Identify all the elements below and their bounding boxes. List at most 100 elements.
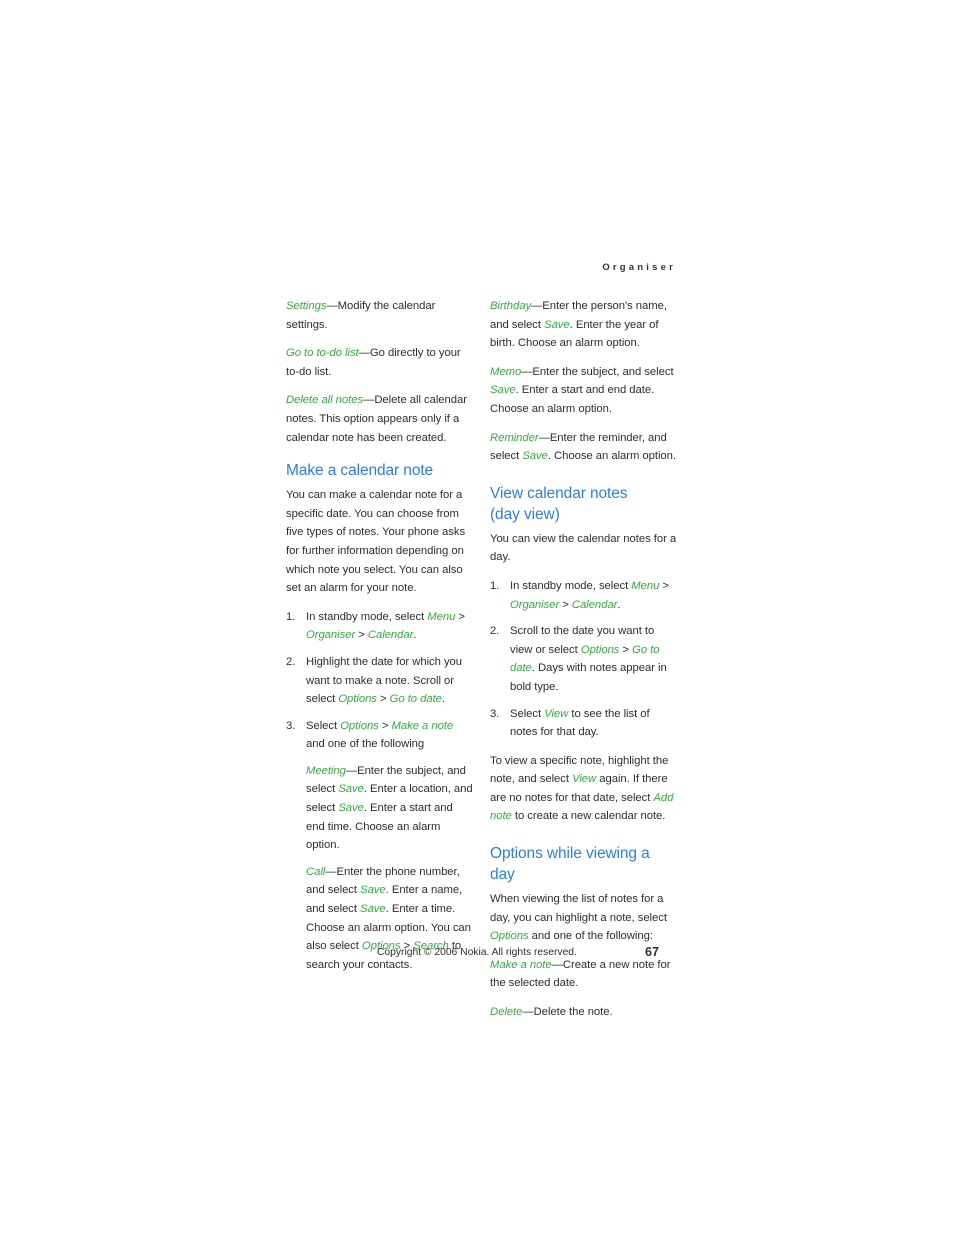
text-run: . Days with notes appear in bold type. [510,662,667,693]
ui-term: Menu [427,610,456,623]
ui-term: Birthday [490,300,532,312]
page-number: 67 [645,945,659,959]
running-head: Organiser [602,262,676,273]
text-run: and one of the following: [528,930,653,943]
text-run: > [659,579,669,592]
note-type-birthday: Birthday—Enter the person's name, and se… [490,297,678,353]
ui-term: Reminder [490,431,539,444]
text-run: > [619,643,633,656]
heading-make-a-calendar-note-wrap: Make a calendar note [286,460,474,481]
ui-term: Calendar [571,598,618,611]
ui-term: View [572,773,597,786]
option-go-to-to-do-list: Go to to-do list—Go directly to your to-… [286,344,474,381]
section-heading-make-a-calendar-note: Make a calendar note [286,462,434,480]
make-a-calendar-note-steps: 1. In standby mode, select Menu > Organi… [286,608,474,975]
ui-term: Organiser [510,598,560,611]
ui-term: Delete [490,1006,523,1019]
ui-term: Memo [490,365,522,378]
ui-term: Options [338,693,377,706]
ui-term: Organiser [306,629,356,642]
note-type-memo: Memo—Enter the subject, and select Save.… [490,363,678,419]
ui-term: Go to date [389,693,442,706]
step-number: 3. [490,707,500,720]
ui-term: Make a note [391,719,454,732]
right-column: Birthday—Enter the person's name, and se… [490,297,678,1022]
options-while-viewing-intro: When viewing the list of notes for a day… [490,890,678,946]
text-run: > [376,693,390,706]
ui-term: Save [544,318,570,331]
note-type-reminder: Reminder—Enter the reminder, and select … [490,429,678,466]
ui-term: Save [360,884,386,897]
step-text: Select Options > Make a note and one of … [306,720,453,751]
text-run: —Delete the note. [522,1006,613,1019]
ui-term: Save [522,450,548,463]
text-run: to create a new calendar note. [511,810,666,823]
text-run: In standby mode, select [306,610,428,623]
ui-term: Options [580,643,620,656]
text-run: > [355,629,368,642]
text-run: > [455,610,465,623]
ui-term: Settings [286,300,327,312]
ui-term: Save [338,783,364,796]
option-make-a-note: Make a note—Create a new note for the se… [490,956,678,993]
heading-options-while-viewing-a-day-wrap: Options while viewing a day [490,843,678,885]
view-calendar-notes-closing: To view a specific note, highlight the n… [490,752,678,826]
ui-term: Make a note [490,958,552,971]
text-run: . [441,693,445,706]
ui-term: Options [340,719,379,732]
text-run: In standby mode, select [510,579,632,592]
copyright-notice: Copyright © 2006 Nokia. All rights reser… [377,947,577,958]
note-type-meeting: Meeting—Enter the subject, and select Sa… [306,762,474,855]
heading-view-calendar-notes-wrap: View calendar notes (day view) [490,483,678,525]
step-item: 3. Select View to see the list of notes … [490,705,678,742]
text-run: Select [510,707,545,720]
ui-term: Menu [631,579,660,592]
section-heading-options-while-viewing-a-day: Options while viewing a day [490,845,650,884]
step-item: 2. Highlight the date for which you want… [286,653,474,709]
step-number: 3. [286,719,296,732]
option-dash: — [358,347,370,360]
ui-term: Call [306,865,326,878]
ui-term: View [544,707,569,720]
left-column: Settings—Modify the calendar settings. G… [286,297,474,1022]
text-run: . Enter a start and end date. Choose an … [490,384,655,415]
option-delete: Delete—Delete the note. [490,1003,678,1022]
step-item: 3. Select Options > Make a note and one … [286,717,474,975]
ui-term: Options [490,930,529,943]
option-dash: — [363,394,375,407]
ui-term: Calendar [367,629,414,642]
step-item: 2. Scroll to the date you want to view o… [490,622,678,696]
step-number: 1. [490,579,500,592]
step-text: In standby mode, select Menu > Organiser… [510,580,669,611]
option-settings: Settings—Modify the calendar settings. [286,297,474,334]
section-heading-view-calendar-notes-line2: (day view) [490,505,560,523]
step-number: 2. [490,625,500,638]
two-column-body: Settings—Modify the calendar settings. G… [286,297,678,1022]
ui-term: Save [360,903,386,916]
option-delete-all-notes: Delete all notes—Delete all calendar not… [286,391,474,447]
make-a-calendar-note-intro: You can make a calendar note for a speci… [286,489,466,595]
step-text: Highlight the date for which you want to… [306,656,462,705]
text-run: When viewing the list of notes for a day… [490,893,667,924]
ui-term: Save [490,384,516,397]
text-run: > [378,719,392,732]
ui-term: Delete all notes [286,394,364,407]
ui-term: Save [338,802,364,815]
text-run: —Enter the subject, and select [521,365,674,378]
ui-term: Meeting [306,764,346,777]
text-run: . Choose an alarm option. [547,450,676,463]
manual-page: Organiser Settings—Modify the calendar s… [0,0,954,1235]
text-run: . [617,598,621,611]
option-dash: — [326,300,338,312]
text-run: > [559,598,572,611]
text-run: . [413,629,417,642]
view-calendar-notes-steps: 1. In standby mode, select Menu > Organi… [490,577,678,742]
step-number: 2. [286,655,296,668]
text-run: Select [306,719,341,732]
text-run: and one of the following [306,738,425,751]
step-item: 1. In standby mode, select Menu > Organi… [490,577,678,614]
section-heading-view-calendar-notes-line1: View calendar notes [490,484,628,502]
step-number: 1. [286,610,296,623]
step-text: Scroll to the date you want to view or s… [510,625,667,693]
step-text: Select View to see the list of notes for… [510,708,650,739]
